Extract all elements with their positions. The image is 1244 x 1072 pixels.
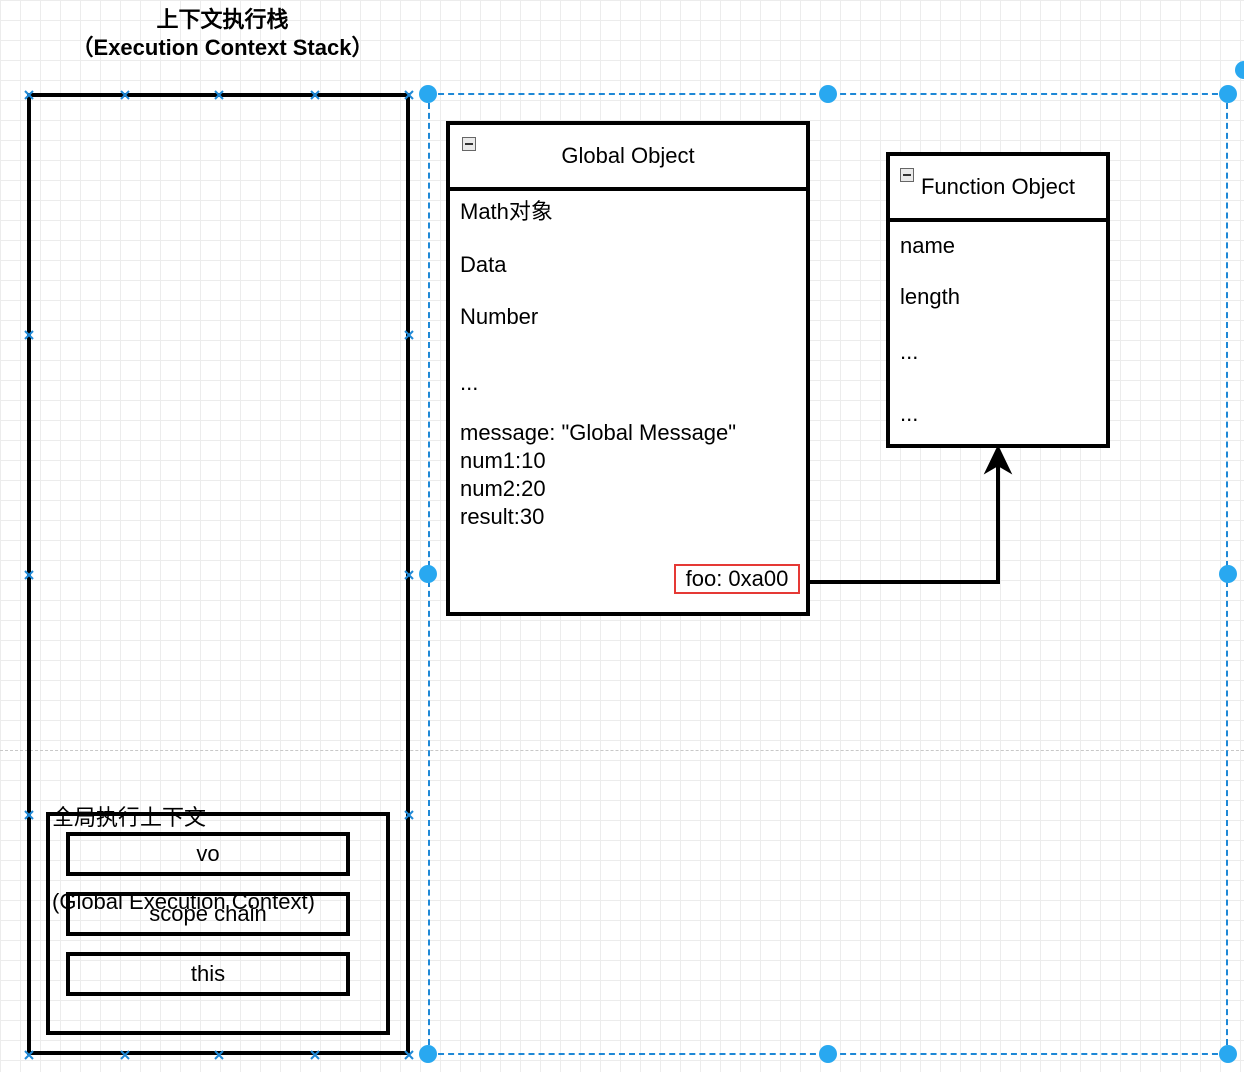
function-object[interactable]: Function Object name length ... ... xyxy=(886,152,1110,448)
stack-title-zh: 上下文执行栈 xyxy=(156,7,289,32)
stack-title-en: （Execution Context Stack） xyxy=(71,35,374,60)
global-object-title: Global Object xyxy=(561,143,695,168)
resize-handle[interactable] xyxy=(819,85,837,103)
stack-title: 上下文执行栈 （Execution Context Stack） xyxy=(20,6,425,62)
global-object-field: ... xyxy=(460,370,479,395)
global-object-field: num2:20 xyxy=(460,476,546,501)
gec-item-this[interactable]: this xyxy=(66,952,350,996)
gec-item-vo[interactable]: vo xyxy=(66,832,350,876)
global-object-field: Number xyxy=(460,304,539,329)
resize-handle[interactable] xyxy=(1219,1045,1237,1063)
function-object-field: length xyxy=(900,284,960,309)
global-object-field: Data xyxy=(460,252,507,277)
resize-handle[interactable] xyxy=(1219,85,1237,103)
global-object-field: message: "Global Message" xyxy=(460,420,737,445)
global-object-field: result:30 xyxy=(460,504,545,529)
function-object-field: name xyxy=(900,233,956,258)
function-object-title: Function Object xyxy=(920,174,1076,199)
resize-handle[interactable] xyxy=(1219,565,1237,583)
resize-handle[interactable] xyxy=(419,1045,437,1063)
collapse-icon[interactable] xyxy=(900,168,914,182)
global-object[interactable]: Global Object Math对象 Data Number ... mes… xyxy=(446,121,810,616)
function-object-header: Function Object xyxy=(890,156,1106,222)
foo-reference-highlight[interactable]: foo: 0xa00 xyxy=(674,564,800,594)
resize-handle[interactable] xyxy=(419,565,437,583)
resize-handle[interactable] xyxy=(419,85,437,103)
global-object-field: Math对象 xyxy=(460,199,553,224)
gec-item-scope-chain[interactable]: scope chain xyxy=(66,892,350,936)
resize-handle[interactable] xyxy=(819,1045,837,1063)
rotate-handle[interactable] xyxy=(1235,61,1244,79)
function-object-field: ... xyxy=(900,401,919,426)
global-object-field: num1:10 xyxy=(460,448,546,473)
function-object-field: ... xyxy=(900,339,919,364)
collapse-icon[interactable] xyxy=(462,137,476,151)
global-object-header: Global Object xyxy=(450,125,806,191)
